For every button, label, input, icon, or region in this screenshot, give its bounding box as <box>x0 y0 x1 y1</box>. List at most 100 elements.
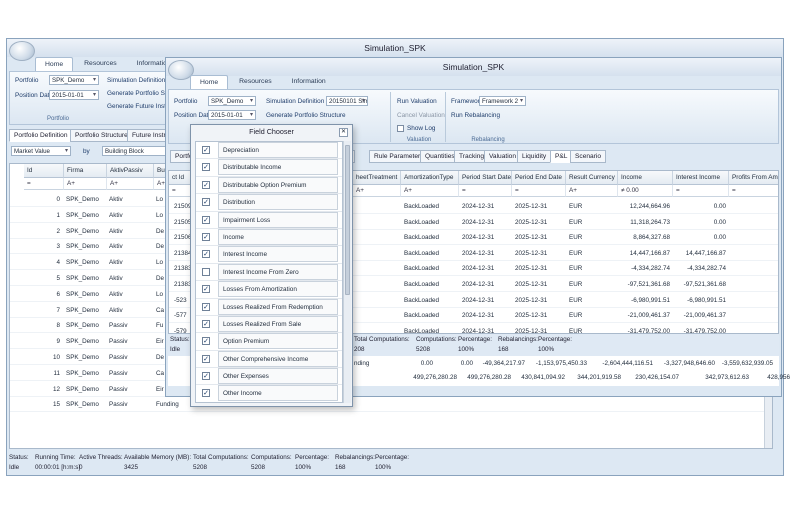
front-col-header[interactable]: Result Currency <box>566 171 618 185</box>
field-checkbox[interactable]: ✓ <box>202 319 210 328</box>
front-showlog-label: Show Log <box>407 125 436 132</box>
table-cell: 3 <box>56 243 60 251</box>
front-col-header[interactable]: Interest Income <box>673 171 729 185</box>
front-runval-button[interactable]: Run Valuation <box>397 98 437 105</box>
back-posdate-combo[interactable]: 2015-01-01 <box>49 90 99 100</box>
field-chooser-item[interactable]: ✓ Interest Income <box>196 246 342 264</box>
field-checkbox[interactable]: ✓ <box>202 337 210 346</box>
field-checkbox[interactable]: ✓ <box>202 389 210 398</box>
table-cell: 5 <box>56 275 60 282</box>
front-showlog-checkbox[interactable] <box>397 125 404 132</box>
field-checkbox[interactable]: ✓ <box>202 180 210 189</box>
back-genfuture-button[interactable]: Generate Future Instru <box>107 103 172 110</box>
field-label: Distribution <box>218 194 338 211</box>
table-cell: 8,864,327.68 <box>633 234 670 242</box>
field-checkbox[interactable]: ✓ <box>202 163 210 172</box>
field-label: Losses Realized From Sale <box>218 315 338 332</box>
field-chooser-item[interactable]: ✓ Income <box>196 228 342 247</box>
front-col-header[interactable]: Period End Date <box>512 171 566 185</box>
back-tab-resources[interactable]: Resources <box>75 57 126 71</box>
front-filter-cell[interactable]: = <box>673 185 729 197</box>
back-col-header[interactable]: AktivPassiv <box>107 164 154 178</box>
front-framework-combo[interactable]: Framework 2 <box>479 96 526 106</box>
table-cell: 2025-12-31 <box>515 312 548 320</box>
field-checkbox[interactable]: ✓ <box>202 232 210 241</box>
back-filter-cell[interactable]: A+ <box>64 178 107 190</box>
field-label: Losses From Amortization <box>218 281 338 298</box>
front-col-header[interactable]: Period Start Date <box>459 171 512 185</box>
field-checkbox[interactable]: ✓ <box>202 215 210 224</box>
front-tab-information[interactable]: Information <box>283 75 335 89</box>
table-cell <box>732 217 777 229</box>
field-checkbox[interactable]: ✓ <box>202 372 210 381</box>
table-row[interactable]: 15 SPK_Demo Passiv Funding <box>10 397 770 413</box>
front-doctab[interactable]: Scenario <box>570 150 607 163</box>
close-icon[interactable]: ✕ <box>339 128 348 137</box>
front-filter-cell[interactable]: = <box>459 185 512 197</box>
front-col-header[interactable]: AmortizationType <box>401 171 459 185</box>
table-cell: 6 <box>56 290 60 298</box>
front-filter-cell[interactable]: = <box>729 185 778 197</box>
front-filter-cell[interactable]: = <box>512 185 566 197</box>
front-simdef-combo[interactable]: 20150101 Simul <box>326 96 368 106</box>
field-chooser-item[interactable]: ✓ Losses Realized From Redemption <box>196 298 342 316</box>
field-chooser-item[interactable]: ✓ Other Income <box>196 385 342 402</box>
front-col-header[interactable]: Income <box>618 171 673 185</box>
back-tab-home[interactable]: Home <box>35 57 74 71</box>
field-label: Interest Income <box>218 246 338 263</box>
field-chooser-item[interactable]: ✓ Depreciation <box>196 142 342 160</box>
front-portfolio-combo[interactable]: SPK_Demo <box>208 96 256 106</box>
field-chooser-item[interactable]: ✓ Distributable Option Premium <box>196 176 342 195</box>
field-chooser-item[interactable]: ✓ Impairment Loss <box>196 211 342 229</box>
field-label: Other Comprehensive Income <box>218 350 338 367</box>
table-cell: SPK_Demo <box>66 369 99 377</box>
front-tab-home[interactable]: Home <box>190 75 229 89</box>
back-doctab-definition[interactable]: Portfolio Definition <box>9 129 73 142</box>
front-posdate-combo[interactable]: 2015-01-01 <box>208 110 256 120</box>
back-col-header[interactable]: Firma <box>64 164 107 178</box>
table-cell: SPK_Demo <box>66 227 99 235</box>
front-col-header[interactable]: heetTreatment <box>353 171 401 185</box>
field-checkbox[interactable]: ✓ <box>202 302 210 311</box>
field-chooser-scroll-thumb[interactable] <box>345 145 350 295</box>
field-checkbox[interactable]: ✓ <box>202 146 210 154</box>
field-label: Other Expenses <box>218 368 338 385</box>
table-cell: 2024-12-31 <box>462 281 495 288</box>
field-checkbox[interactable] <box>202 267 210 276</box>
front-filter-cell[interactable]: ≠ 0.00 <box>618 185 673 197</box>
field-chooser-item[interactable]: Interest Income From Zero <box>196 263 342 282</box>
back-groupby2-combo[interactable]: Building Block <box>102 146 172 156</box>
front-filter-cell[interactable]: A+ <box>566 185 618 197</box>
back-portfolio-combo[interactable]: SPK_Demo <box>49 75 99 85</box>
field-chooser-item[interactable]: ✓ Distributable Income <box>196 159 342 177</box>
field-chooser-item[interactable]: ✓ Losses From Amortization <box>196 281 342 299</box>
field-chooser-item[interactable]: ✓ Other Expenses <box>196 368 342 386</box>
back-simdef-button[interactable]: Simulation Definition <box>107 77 165 84</box>
front-genstruct-button[interactable]: Generate Portfolio Structure <box>266 112 346 119</box>
front-runreb-button[interactable]: Run Rebalancing <box>451 112 500 119</box>
field-chooser-item[interactable]: ✓ Distribution <box>196 194 342 212</box>
field-checkbox[interactable]: ✓ <box>202 250 210 259</box>
app-orb-back[interactable] <box>9 41 35 61</box>
field-checkbox[interactable]: ✓ <box>202 354 210 363</box>
back-filter-cell[interactable]: = <box>24 178 64 190</box>
front-doctab[interactable]: Valuation <box>484 150 522 163</box>
field-checkbox[interactable]: ✓ <box>202 285 210 294</box>
front-doctab[interactable]: Liquidity <box>517 150 552 163</box>
table-cell: 12 <box>52 385 60 393</box>
front-cancelval-button[interactable]: Cancel Valuation <box>397 112 445 119</box>
front-tab-resources[interactable]: Resources <box>230 75 281 89</box>
front-filter-cell[interactable]: A+ <box>401 185 459 197</box>
field-checkbox[interactable]: ✓ <box>202 198 210 207</box>
front-filter-cell[interactable]: A+ <box>353 185 401 197</box>
back-col-header[interactable]: Id <box>24 164 64 178</box>
back-groupby-combo[interactable]: Market Value <box>11 146 71 156</box>
back-filter-cell[interactable]: A+ <box>107 178 154 190</box>
table-cell: BackLoaded <box>404 327 440 334</box>
front-col-header[interactable]: Profits From Amor <box>729 171 778 185</box>
field-chooser-scrollbar[interactable] <box>343 141 351 403</box>
field-chooser-item[interactable]: ✓ Other Comprehensive Income <box>196 350 342 369</box>
field-chooser-item[interactable]: ✓ Losses Realized From Sale <box>196 315 342 334</box>
field-chooser-item[interactable]: ✓ Option Premium <box>196 333 342 351</box>
back-doctab-structure[interactable]: Portfolio Structure <box>70 129 133 142</box>
